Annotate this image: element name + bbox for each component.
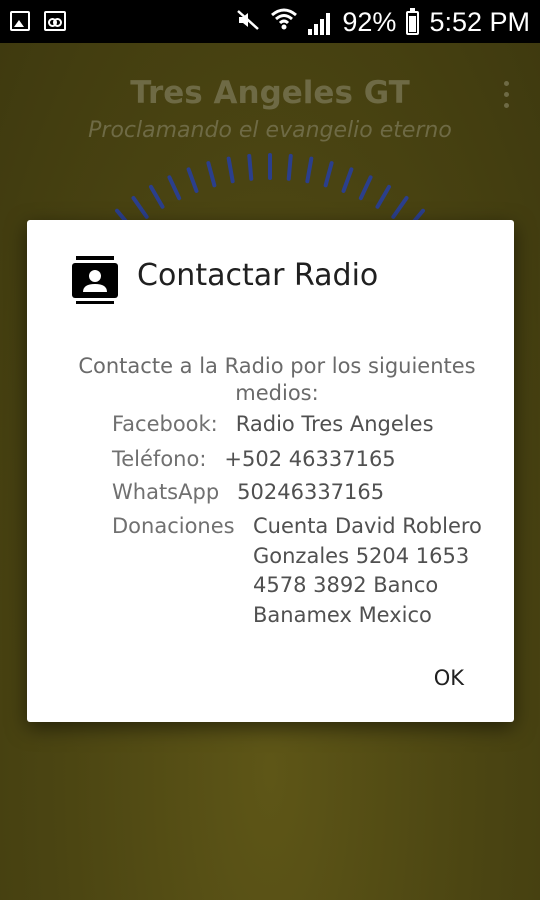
dialog-title: Contactar Radio — [137, 258, 379, 293]
whatsapp-row: WhatsApp 50246337165 — [112, 478, 384, 507]
signal-icon — [308, 11, 332, 35]
phone-value: +502 46337165 — [224, 447, 396, 471]
donations-value: Cuenta David Roblero Gonzales 5204 1653 … — [253, 512, 498, 630]
donations-label: Donaciones — [112, 514, 235, 538]
whatsapp-value: 50246337165 — [237, 480, 385, 504]
facebook-label: Facebook: — [112, 412, 218, 436]
donations-line: Cuenta David Roblero — [253, 514, 482, 538]
donations-line: Banamex Mexico — [253, 602, 432, 627]
image-icon — [10, 11, 30, 31]
status-bar: 92% 5:52 PM — [0, 0, 540, 43]
ok-button[interactable]: OK — [426, 662, 472, 694]
battery-icon — [406, 7, 420, 35]
whatsapp-label: WhatsApp — [112, 480, 220, 504]
donations-line: 4578 3892 Banco — [253, 573, 439, 597]
phone-row: Teléfono: +502 46337165 — [112, 445, 396, 474]
donations-line: Gonzales 5204 1653 — [253, 543, 470, 568]
battery-percent: 92% — [342, 7, 397, 37]
contacts-icon — [72, 256, 118, 304]
mute-icon — [236, 8, 260, 38]
facebook-row: Facebook: Radio Tres Angeles — [112, 410, 434, 439]
voicemail-icon — [44, 11, 66, 31]
facebook-value: Radio Tres Angeles — [235, 412, 434, 436]
wifi-icon — [270, 6, 298, 39]
phone-label: Teléfono: — [112, 447, 207, 471]
contact-dialog: Contactar Radio Contacte a la Radio por … — [27, 220, 514, 722]
clock: 5:52 PM — [429, 7, 530, 37]
dialog-intro: Contacte a la Radio por los siguientes m… — [78, 354, 476, 405]
